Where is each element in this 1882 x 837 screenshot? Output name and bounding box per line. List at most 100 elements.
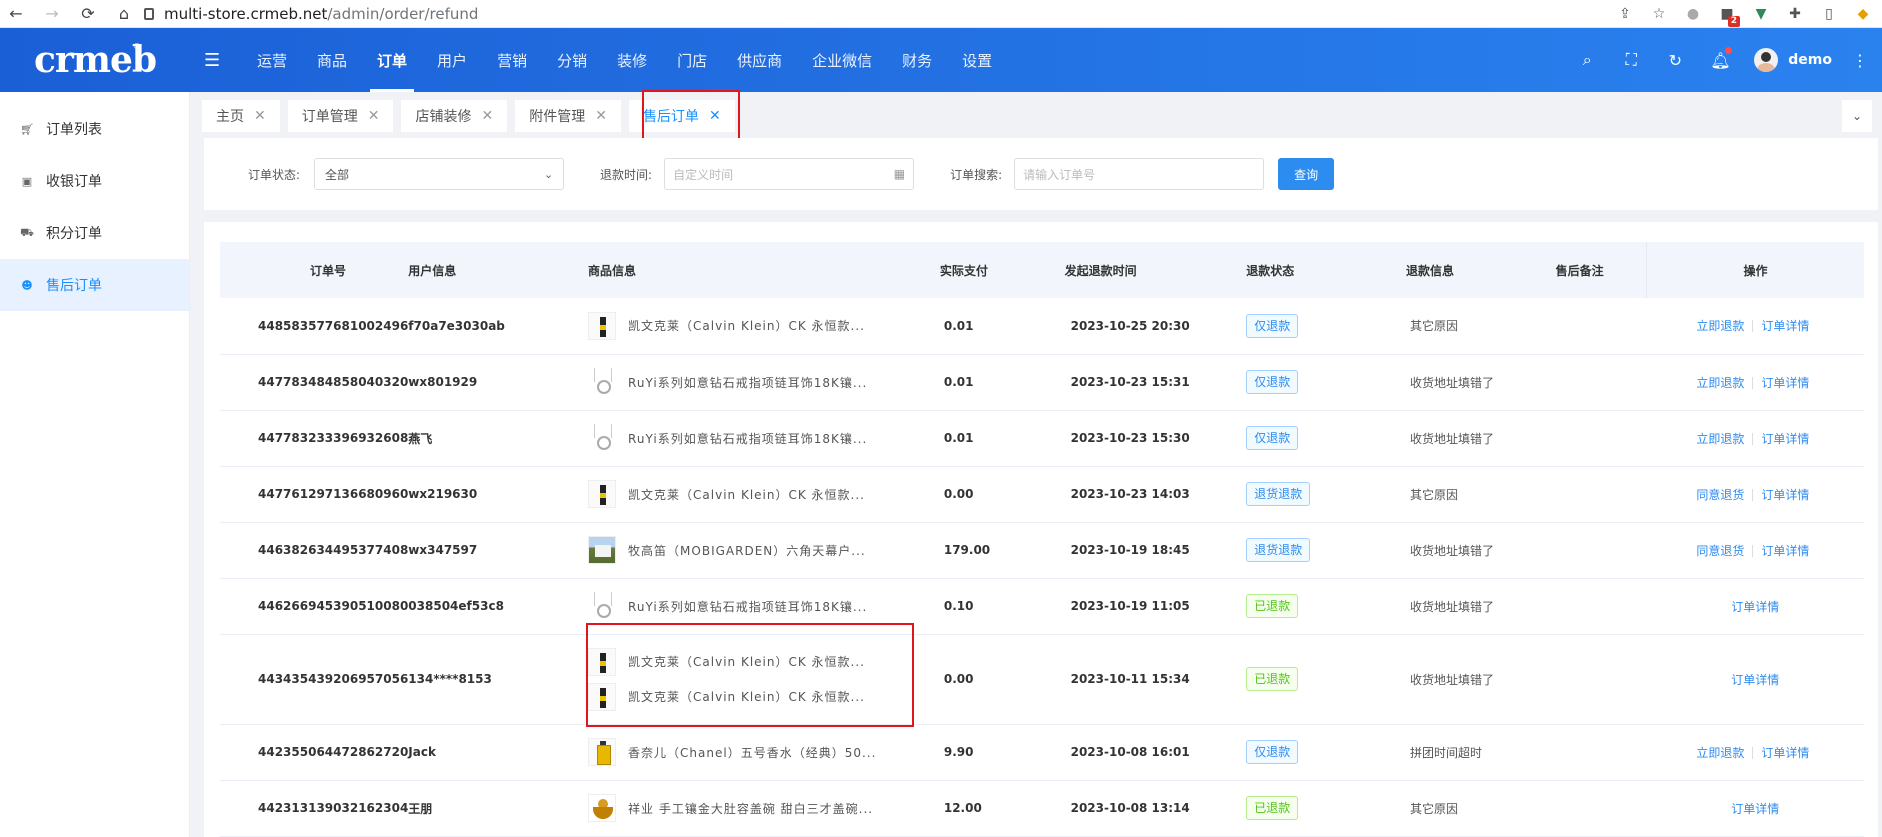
goods-cell: 祥业 手工镶金大肚容盖碗 甜白三才盖碗... (588, 780, 940, 837)
nav-item-settings[interactable]: 设置 (947, 28, 1007, 92)
goods-item[interactable]: 凯文克莱（Calvin Klein）CK 永恒款... (588, 477, 940, 512)
tabs-dropdown-icon[interactable]: ⌄ (1842, 100, 1872, 132)
extension-badge-icon[interactable]: ■ 2 (1718, 5, 1740, 27)
tab-label: 店铺装修 (415, 109, 472, 125)
more-icon[interactable]: ⋮ (1852, 51, 1868, 70)
order-detail-link[interactable]: 订单详情 (1761, 746, 1809, 760)
close-icon[interactable]: ✕ (595, 108, 607, 124)
tab-store-decoration[interactable]: 店铺装修 ✕ (401, 100, 508, 132)
close-icon[interactable]: ✕ (368, 108, 380, 124)
goods-item[interactable]: RuYi系列如意钻石戒指项链耳饰18K镶... (588, 365, 940, 400)
nav-item-goods[interactable]: 商品 (302, 28, 362, 92)
nav-item-suppliers[interactable]: 供应商 (722, 28, 797, 92)
order-detail-link[interactable]: 订单详情 (1761, 376, 1809, 390)
nav-item-distribution[interactable]: 分销 (542, 28, 602, 92)
refund-action-link[interactable]: 同意退货 (1696, 544, 1744, 558)
order-search-input[interactable]: 请输入订单号 (1014, 158, 1265, 190)
goods-cell: RuYi系列如意钻石戒指项链耳饰18K镶... (588, 410, 940, 467)
product-thumbnail (588, 311, 617, 340)
aftersale-note (1525, 634, 1647, 725)
share-icon[interactable]: ⇪ (1616, 5, 1634, 23)
refund-action-link[interactable]: 立即退款 (1696, 376, 1744, 390)
tab-order-management[interactable]: 订单管理 ✕ (287, 100, 394, 132)
url-path: /admin/order/refund (327, 4, 479, 23)
search-icon[interactable]: ⌕ (1578, 50, 1596, 70)
col-user: 用户信息 (408, 242, 589, 298)
close-icon[interactable]: ✕ (254, 108, 266, 124)
query-button[interactable]: 查询 (1278, 158, 1335, 190)
home-icon[interactable]: ⌂ (114, 4, 134, 23)
refresh-icon[interactable]: ↻ (1666, 51, 1684, 70)
goods-item[interactable]: 祥业 手工镶金大肚容盖碗 甜白三才盖碗... (588, 791, 940, 826)
nav-item-decoration[interactable]: 装修 (602, 28, 662, 92)
refund-info: 收货地址填错了 (1375, 410, 1526, 467)
status-select[interactable]: 全部 ⌄ (314, 158, 565, 190)
vue-icon[interactable]: ▼ (1752, 5, 1770, 23)
nav-item-orders[interactable]: 订单 (362, 28, 422, 92)
user-menu[interactable]: demo (1754, 48, 1832, 72)
refund-action-link[interactable]: 立即退款 (1696, 746, 1744, 760)
goods-name: 凯文克莱（Calvin Klein）CK 永恒款... (628, 690, 866, 704)
goods-item[interactable]: 凯文克莱（Calvin Klein）CK 永恒款... (588, 308, 940, 343)
sidebar-item-cashier-orders[interactable]: ▣ 收银订单 (0, 155, 189, 207)
goods-item[interactable]: 香奈儿（Chanel）五号香水（经典）50... (588, 735, 940, 770)
close-icon[interactable]: ✕ (709, 108, 721, 124)
goods-item[interactable]: 凯文克莱（Calvin Klein）CK 永恒款... (588, 679, 940, 714)
user-info: wx219630 (408, 466, 589, 523)
actual-payment: 9.90 (939, 724, 1065, 781)
sidebar-item-order-list[interactable]: 🛒︎ 订单列表 (0, 103, 189, 155)
goods-item[interactable]: 凯文克莱（Calvin Klein）CK 永恒款... (588, 644, 940, 679)
refund-time-picker[interactable]: 自定义时间 ▦ (664, 158, 915, 190)
sidebar-item-aftersale-orders[interactable]: ☻ 售后订单 (0, 259, 189, 311)
tab-home[interactable]: 主页 ✕ (202, 100, 280, 132)
nav-item-finance[interactable]: 财务 (887, 28, 947, 92)
refund-info: 收货地址填错了 (1375, 354, 1526, 411)
star-icon[interactable]: ☆ (1650, 5, 1668, 23)
logo[interactable]: crmeb ® (0, 28, 190, 92)
page-tabs: 主页 ✕ 订单管理 ✕ 店铺装修 ✕ 附件管理 ✕ 售后订单 ✕ (202, 100, 735, 132)
user-name: demo (1788, 52, 1832, 68)
forward-icon[interactable]: → (42, 4, 62, 23)
refund-action-link[interactable]: 立即退款 (1696, 432, 1744, 446)
order-detail-link[interactable]: 订单详情 (1731, 600, 1779, 614)
product-thumbnail (588, 592, 617, 620)
nav-item-users[interactable]: 用户 (422, 28, 482, 92)
sidepanel-icon[interactable]: ▯ (1820, 5, 1838, 23)
fullscreen-icon[interactable]: ⛶ (1622, 50, 1640, 70)
order-detail-link[interactable]: 订单详情 (1761, 544, 1809, 558)
back-icon[interactable]: ← (6, 4, 26, 23)
refund-info: 拼团时间超时 (1375, 724, 1526, 781)
nav-item-marketing[interactable]: 营销 (482, 28, 542, 92)
order-detail-link[interactable]: 订单详情 (1731, 802, 1779, 816)
sidebar-item-label: 收银订单 (46, 174, 102, 190)
goods-item[interactable]: RuYi系列如意钻石戒指项链耳饰18K镶... (588, 589, 940, 624)
tab-attachments[interactable]: 附件管理 ✕ (515, 100, 621, 132)
user-info: 王朋 (408, 780, 589, 837)
extension-circle-icon[interactable]: ● (1684, 5, 1702, 23)
profile-icon[interactable]: ◆ (1854, 5, 1872, 23)
address-bar[interactable]: multi-store.crmeb.net/admin/order/refund (144, 2, 478, 26)
puzzle-icon[interactable]: ✚ (1786, 5, 1804, 23)
tab-aftersale-orders[interactable]: 售后订单 ✕ (628, 100, 735, 132)
order-detail-link[interactable]: 订单详情 (1761, 432, 1809, 446)
bell-icon[interactable]: 🔔︎ (1710, 46, 1733, 70)
order-detail-link[interactable]: 订单详情 (1761, 488, 1809, 502)
refund-status-cell: 仅退款 (1226, 410, 1376, 467)
nav-item-yunying[interactable]: 运营 (242, 28, 302, 92)
menu-toggle-icon[interactable]: ☰ (204, 50, 228, 71)
goods-item[interactable]: 牧高笛（MOBIGARDEN）六角天幕户... (588, 533, 940, 568)
table-row: 447761297136680960 wx219630 凯文克莱（Calvin … (220, 466, 1864, 523)
status-badge: 仅退款 (1246, 370, 1299, 394)
sidebar-item-points-orders[interactable]: ⛟ 积分订单 (0, 207, 189, 259)
goods-item[interactable]: RuYi系列如意钻石戒指项链耳饰18K镶... (588, 421, 940, 456)
order-detail-link[interactable]: 订单详情 (1761, 319, 1809, 333)
reload-icon[interactable]: ⟳ (78, 4, 98, 23)
user-info: 燕飞 (408, 410, 589, 467)
refund-action-link[interactable]: 立即退款 (1696, 319, 1744, 333)
order-detail-link[interactable]: 订单详情 (1731, 673, 1779, 687)
close-icon[interactable]: ✕ (481, 108, 493, 124)
nav-item-stores[interactable]: 门店 (662, 28, 722, 92)
status-badge: 仅退款 (1246, 313, 1299, 338)
refund-action-link[interactable]: 同意退货 (1696, 488, 1744, 502)
nav-item-wecom[interactable]: 企业微信 (797, 28, 887, 92)
